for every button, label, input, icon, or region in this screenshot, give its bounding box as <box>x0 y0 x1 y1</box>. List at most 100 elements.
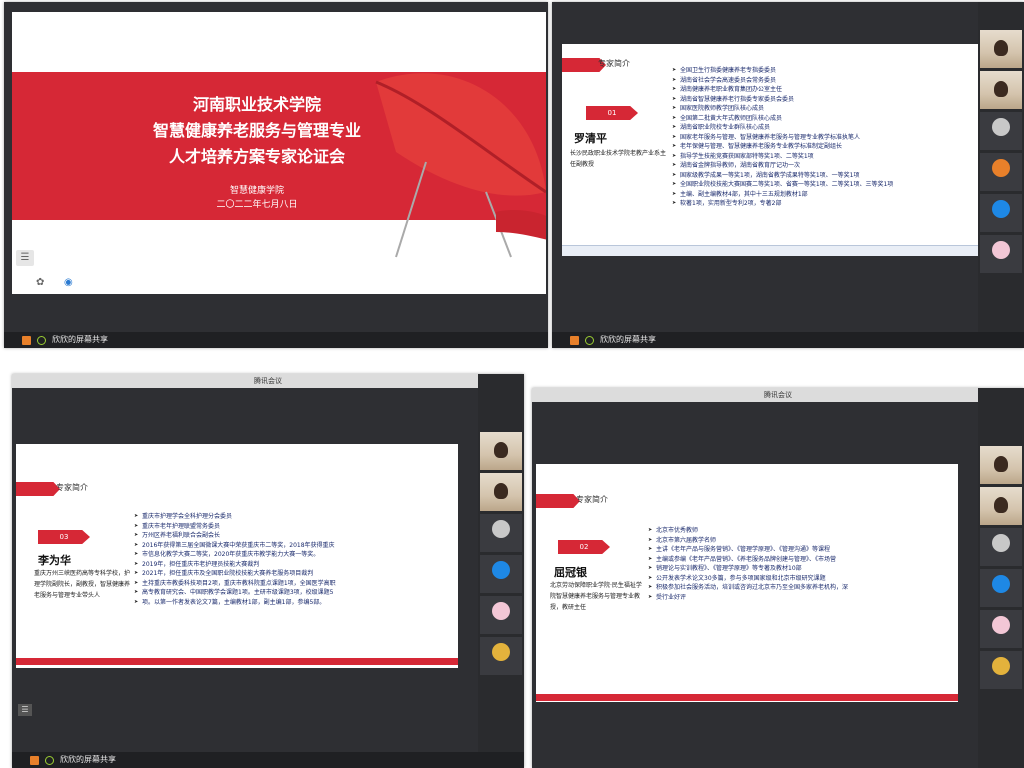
expert-affiliation: 北京劳动保障职业学院·民生福祉学院智慧健康养老服务与管理专业教授，教研主任 <box>550 582 642 611</box>
expert-affiliation: 长沙民政职业技术学院老教产业系主任副教授 <box>570 150 667 168</box>
header-tab <box>536 494 580 508</box>
list-item: 主编或参编《老年产品营销》、《养老服务品牌创建与管理》、《市场营 <box>648 555 954 565</box>
participant-tile[interactable] <box>980 235 1022 273</box>
list-item: 国家级教学成果一等奖1项，湖南省教学成果特等奖1项、一等奖1项 <box>672 171 976 181</box>
menu-icon[interactable]: ☰ <box>18 704 32 716</box>
window-title-bar: 腾讯会议 <box>12 374 524 388</box>
screenshot-expert-02: 腾讯会议 专家简介 02 屈冠银 北京劳动保障职业学院·民生福祉学院智慧健康养老… <box>532 388 1024 768</box>
participant-tile[interactable] <box>480 432 522 470</box>
participant-tile[interactable] <box>980 610 1022 648</box>
participant-tile[interactable] <box>980 651 1022 689</box>
expert-name: 罗清平 <box>574 132 607 145</box>
section-header: 专家简介 <box>56 483 88 492</box>
list-item: 湖南省社会学会高速委员会常务委员 <box>672 76 976 86</box>
section-header: 专家简介 <box>598 59 630 68</box>
share-label: 欣欣的屏幕共享 <box>600 335 656 344</box>
list-item: 2019年，担任重庆市老护理员技能大赛裁判 <box>134 560 454 570</box>
expert-number: 02 <box>558 540 610 554</box>
windows-taskbar[interactable] <box>562 245 980 256</box>
user-icon <box>22 335 31 345</box>
list-item: 主持重庆市教委科技项目2项，重庆市教科院重点课题1项，全国医学高职 <box>134 579 454 589</box>
title-line-2: 智慧健康养老服务与管理专业 <box>152 121 361 140</box>
header-tab <box>16 482 60 496</box>
section-header: 专家简介 <box>576 495 608 504</box>
participant-panel <box>478 374 524 768</box>
list-item: 湖南省职业院校专业群队核心成员 <box>672 123 976 133</box>
expert-bullets: 北京市优秀教师 北京市第六届教学名师 主讲《老年产品与服务营销》、《管理学原理》… <box>648 526 954 602</box>
participant-tile[interactable] <box>480 555 522 593</box>
screenshot-expert-01: 专家简介 01 罗清平 长沙民政职业技术学院老教产业系主任副教授 全国卫生行指委… <box>552 2 1024 348</box>
meeting-subtitle: 智慧健康学院 二〇二二年七月八日 <box>52 184 462 212</box>
meeting-date: 二〇二二年七月八日 <box>216 200 298 210</box>
participant-tile[interactable] <box>980 71 1022 109</box>
expert-affiliation: 重庆万州三峡医药高等专科学校，护理学院副院长，副教授，智慧健康养老服务与管理专业… <box>34 570 131 599</box>
mic-icon[interactable] <box>585 335 594 345</box>
list-item: 积极参加社会服务活动，培训或咨询过北京市乃至全国多家养老机构，深 <box>648 583 954 593</box>
share-status-bar: 欣欣的屏幕共享 <box>12 752 524 768</box>
participant-tile[interactable] <box>480 473 522 511</box>
list-item: 指导学生技能竞赛获国家部特等奖1项、二等奖1项 <box>672 152 976 162</box>
participant-tile[interactable] <box>980 153 1022 191</box>
list-item: 全国职业院校技能大赛国赛二等奖1项、省赛一等奖1项、二等奖1项、三等奖1项 <box>672 180 976 190</box>
menu-icon[interactable]: ☰ <box>16 250 34 266</box>
list-item: 湖南省智慧健康养老行指委专家委员会委员 <box>672 95 976 105</box>
expert-number: 01 <box>586 106 638 120</box>
window-title-bar: 腾讯会议 <box>532 388 1024 402</box>
participant-tile[interactable] <box>980 30 1022 68</box>
title-line-1: 河南职业技术学院 <box>192 95 321 114</box>
participant-tile[interactable] <box>980 112 1022 150</box>
participant-tile[interactable] <box>480 514 522 552</box>
meeting-title: 河南职业技术学院 智慧健康养老服务与管理专业 人才培养方案专家论证会 <box>52 92 462 170</box>
participant-tile[interactable] <box>980 194 1022 232</box>
mic-icon[interactable] <box>37 335 46 345</box>
share-status-bar: 欣欣的屏幕共享 <box>4 332 548 348</box>
apps-icon[interactable]: ✿ <box>36 277 44 288</box>
list-item: 全国卫生行指委健康养老专指委委员 <box>672 66 976 76</box>
list-item: 老年保健与管理、智慧健康养老服务专业教学标准制定副组长 <box>672 142 976 152</box>
list-item: 销理论与实训教程》、《管理学原理》等专著及教材10部 <box>648 564 954 574</box>
browser-icon[interactable]: ◉ <box>64 277 73 288</box>
slide-area: 专家简介 02 屈冠银 北京劳动保障职业学院·民生福祉学院智慧健康养老服务与管理… <box>536 464 958 702</box>
participant-panel <box>978 2 1024 348</box>
list-item: 2021年，担任重庆市及全国职业院校技能大赛养老服务项目裁判 <box>134 569 454 579</box>
share-status-bar: 欣欣的屏幕共享 <box>552 332 1024 348</box>
list-item: 市信息化教学大赛二等奖，2020年获重庆市教学能力大赛一等奖。 <box>134 550 454 560</box>
list-item: 主编、副主编教材4部，其中十三五规划教材1部 <box>672 190 976 200</box>
share-label: 欣欣的屏幕共享 <box>52 335 108 344</box>
share-label: 欣欣的屏幕共享 <box>60 755 116 764</box>
participant-tile[interactable] <box>980 528 1022 566</box>
list-item: 软著1项，实用新型专利2项，专著2部 <box>672 199 976 209</box>
screenshot-expert-03: 腾讯会议 专家简介 03 李为华 重庆万州三峡医药高等专科学校，护理学院副院长，… <box>12 374 524 768</box>
expert-number: 03 <box>38 530 90 544</box>
list-item: 北京市第六届教学名师 <box>648 536 954 546</box>
participant-tile[interactable] <box>980 569 1022 607</box>
list-item: 北京市优秀教师 <box>648 526 954 536</box>
list-item: 重庆市老年护理联盟常务委员 <box>134 522 454 532</box>
list-item: 国家老年服务与管理、智慧健康养老服务与管理专业教学标准执笔人 <box>672 133 976 143</box>
list-item: 国家医院教师教学团队核心成员 <box>672 104 976 114</box>
mic-icon[interactable] <box>45 755 54 765</box>
participant-tile[interactable] <box>480 637 522 675</box>
list-item: 高专教育研究会、中国职教学会课题1项。主研市级课题3项，校级课题5 <box>134 588 454 598</box>
screenshot-opening-slide: 河南职业技术学院 智慧健康养老服务与管理专业 人才培养方案专家论证会 智慧健康学… <box>4 2 548 348</box>
participant-tile[interactable] <box>980 446 1022 484</box>
list-item: 湖南省金牌指导教师，湖南省教育厅记功一次 <box>672 161 976 171</box>
org-name: 智慧健康学院 <box>229 186 284 196</box>
list-item: 湖南健康养老职业教育集团办公室主任 <box>672 85 976 95</box>
expert-bullets: 全国卫生行指委健康养老专指委委员 湖南省社会学会高速委员会常务委员 湖南健康养老… <box>672 66 976 209</box>
list-item: 受行业好评 <box>648 593 954 603</box>
user-icon <box>30 755 39 765</box>
list-item: 2016年获得第三届全国微课大赛中荣获重庆市二等奖，2018年获得重庆 <box>134 541 454 551</box>
footer-red-band <box>536 694 958 701</box>
participant-tile[interactable] <box>480 596 522 634</box>
user-icon <box>570 335 579 345</box>
expert-bullets: 重庆市护理学会全科护理分会委员 重庆市老年护理联盟常务委员 万州区养老福利联合会… <box>134 512 454 607</box>
list-item: 万州区养老福利联合会副会长 <box>134 531 454 541</box>
slide-area: 专家简介 03 李为华 重庆万州三峡医药高等专科学校，护理学院副院长，副教授，智… <box>16 444 458 668</box>
list-item: 项。以第一作者发表论文7篇，主编教材1部，副主编1部，参编5部。 <box>134 598 454 608</box>
participant-tile[interactable] <box>980 487 1022 525</box>
list-item: 主讲《老年产品与服务营销》、《管理学原理》、《管理沟通》等课程 <box>648 545 954 555</box>
list-item: 公开发表学术论文30多篇，参与多项国家级和北京市级研究课题 <box>648 574 954 584</box>
expert-name: 屈冠银 <box>554 566 587 579</box>
title-line-3: 人才培养方案专家论证会 <box>168 147 345 166</box>
